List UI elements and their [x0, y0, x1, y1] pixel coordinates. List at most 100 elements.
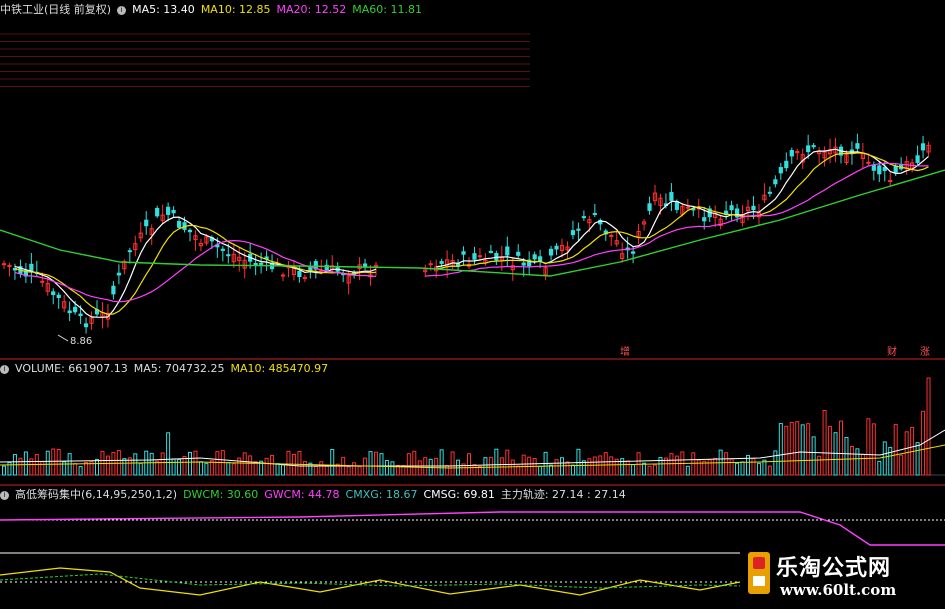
volume-bar [302, 460, 307, 476]
dwcm-value: DWCM: 30.60 [183, 488, 259, 501]
volume-bar [926, 377, 931, 476]
volume-bar [653, 464, 657, 476]
volume-bar [822, 410, 827, 476]
volume-bar [685, 465, 690, 476]
volume-bar [499, 457, 504, 476]
volume-bar [849, 445, 854, 476]
candle-body [784, 160, 789, 169]
volume-bar [357, 466, 362, 476]
candle-body [171, 209, 176, 214]
cmxg-value: CMXG: 18.67 [345, 488, 418, 501]
candle-body [548, 248, 554, 256]
price-low-label: 8.86 [70, 336, 93, 347]
volume-bar [417, 460, 422, 476]
volume-bar [122, 458, 127, 476]
volume-bar [445, 465, 450, 476]
info-icon[interactable]: i [117, 5, 127, 15]
volume-bar [149, 452, 154, 476]
volume-bar [264, 457, 269, 476]
candle-body [176, 221, 182, 228]
volume-bar [778, 423, 783, 476]
volume-bar [483, 457, 488, 476]
volume-bar [18, 457, 23, 476]
volume-bar [23, 451, 28, 476]
volume-bar [570, 464, 575, 476]
volume-bar [204, 462, 209, 476]
chart-canvas[interactable] [0, 0, 945, 609]
candle-body [767, 191, 772, 194]
volume-bar [510, 459, 515, 476]
candle-body [488, 250, 493, 253]
volume-bar [915, 442, 920, 476]
volume-bar [603, 452, 608, 476]
volume-bar [565, 461, 570, 476]
event-marker-zeng[interactable]: 增 [620, 343, 630, 358]
candle-body [581, 216, 586, 219]
volume-bar [735, 462, 740, 476]
candle-body [67, 310, 72, 314]
volume-bar [352, 462, 357, 476]
volume-bar [691, 452, 696, 476]
volume-bar [226, 462, 231, 476]
watermark: 乐淘公式网 www.60lt.com [740, 546, 945, 609]
volume-bar [198, 461, 203, 476]
info-icon[interactable]: i [0, 490, 9, 500]
volume-bar [45, 450, 50, 476]
volume-bar [78, 466, 83, 476]
volume-bar [784, 425, 789, 476]
candle-body [789, 150, 794, 157]
info-icon[interactable]: i [0, 364, 9, 374]
stock-chart-window[interactable]: 中铁工业(日线 前复权) i MA5: 13.40 MA10: 12.85 MA… [0, 0, 945, 609]
volume-bar [270, 454, 275, 476]
watermark-logo-icon [748, 552, 770, 594]
candle-body [516, 251, 521, 256]
volume-bar [811, 436, 816, 476]
volume-bar [133, 453, 138, 476]
volume-bar [642, 462, 647, 476]
candle-body [187, 229, 193, 233]
volume-ma10-value: MA10: 485470.97 [230, 362, 329, 375]
volume-bar [313, 465, 318, 476]
candle-body [127, 250, 132, 253]
volume-bar [439, 449, 444, 476]
candle-body [505, 246, 510, 256]
candle-body [297, 270, 302, 278]
volume-bar [275, 463, 280, 476]
volume-bar [384, 460, 389, 476]
event-marker-zhang[interactable]: 涨 [920, 343, 930, 358]
volume-bar [647, 465, 652, 476]
volume-bar [899, 454, 904, 476]
volume-bar [773, 450, 778, 476]
volume-bar [412, 450, 417, 476]
candle-body [461, 251, 466, 255]
ma10-value: MA10: 12.85 [200, 3, 271, 16]
volume-bar [904, 431, 909, 476]
price-low-pointer [57, 334, 69, 342]
candle-body [155, 207, 160, 217]
candle-body [888, 180, 893, 183]
volume-bar [674, 455, 679, 476]
candle-body [1, 263, 7, 266]
volume-bar [286, 450, 291, 476]
candle-body [609, 234, 614, 237]
volume-bar [160, 452, 165, 476]
volume-bar [215, 451, 220, 476]
candle-body [144, 219, 149, 227]
volume-bar [346, 466, 351, 476]
event-marker-cai[interactable]: 财 [887, 343, 897, 358]
volume-bar [177, 458, 182, 476]
volume-bar [171, 458, 176, 476]
candle-body [729, 205, 734, 211]
candle-body [477, 255, 483, 258]
volume-bar [587, 458, 592, 476]
volume-bar [467, 453, 471, 476]
volume-panel-header: i VOLUME: 661907.13 MA5: 704732.25 MA10:… [0, 361, 328, 377]
volume-bar [242, 452, 247, 476]
volume-bar [188, 451, 192, 476]
watermark-title: 乐淘公式网 [776, 556, 892, 581]
volume-bar [631, 464, 636, 476]
candle-body [7, 264, 12, 267]
volume-bar [182, 456, 187, 476]
indicator-title: 高低筹码集中(6,14,95,250,1,2) [15, 488, 178, 501]
volume-bar [789, 421, 794, 476]
